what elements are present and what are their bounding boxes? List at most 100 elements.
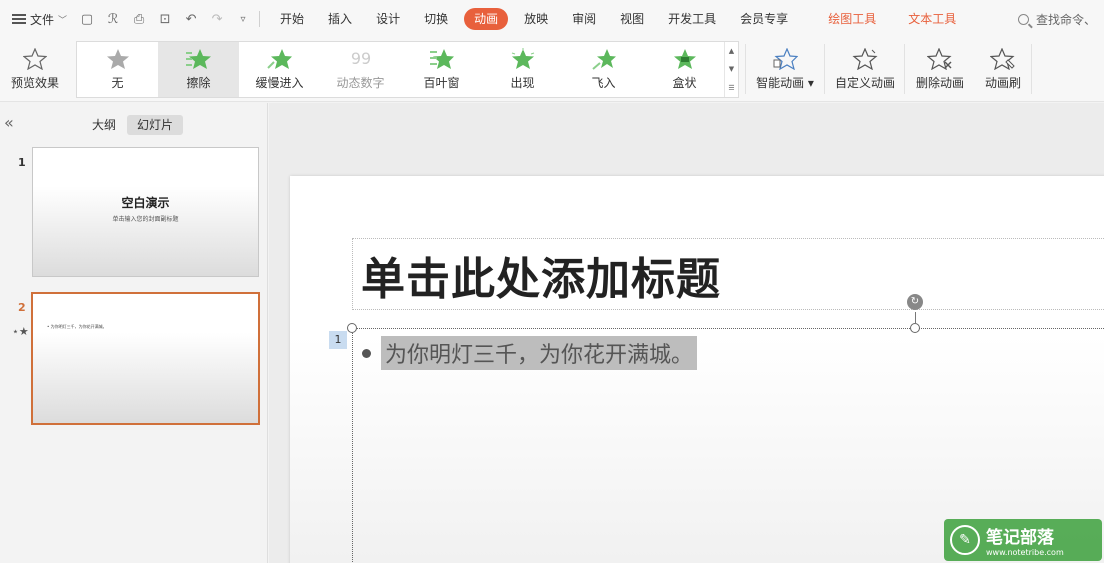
collapse-panel-icon[interactable]: «: [4, 113, 14, 132]
delete-animation-button[interactable]: 删除动画: [910, 38, 970, 100]
effect-label: 盒状: [672, 76, 697, 90]
bullet-item[interactable]: 为你明灯三千，为你花开满城。: [362, 336, 698, 370]
custom-animation-icon: [852, 47, 878, 70]
gallery-scroll[interactable]: ▲ ▼ ☰: [724, 42, 738, 97]
tab-text-tools[interactable]: 文本工具: [896, 8, 968, 30]
appear-star-icon: [511, 48, 534, 69]
watermark: ✎ 笔记部落 www.notetribe.com: [944, 519, 1102, 561]
bullet-text: 为你明灯三千，为你花开满城。: [381, 336, 698, 370]
animation-brush-button[interactable]: 动画刷: [978, 38, 1028, 100]
scroll-up-icon[interactable]: ▲: [729, 47, 734, 55]
tab-slides[interactable]: 幻灯片: [127, 115, 184, 135]
pen-logo-icon: ✎: [950, 525, 980, 555]
effect-ease-in[interactable]: 缓慢进入: [239, 42, 320, 97]
file-menu[interactable]: 文件 ﹀: [0, 0, 67, 38]
tab-review[interactable]: 审阅: [560, 8, 608, 30]
tab-insert[interactable]: 插入: [316, 8, 364, 30]
tab-view[interactable]: 视图: [608, 8, 656, 30]
slide-canvas: 单击此处添加标题 ↻ 为你明灯三千，为你花开满城。 1: [269, 103, 1104, 563]
bullet-icon: [362, 348, 371, 358]
divider: [1031, 44, 1032, 94]
customize-icon[interactable]: ▿: [235, 14, 251, 25]
effect-label: 擦除: [186, 76, 211, 90]
slide-panel: « 大纲 幻灯片 1 空白演示 单击输入您的封面副标题 2 ⋆★ • 为你明灯三…: [0, 103, 268, 563]
preview-effect-label: 预览效果: [10, 75, 59, 90]
print-icon[interactable]: ⎙: [131, 12, 147, 27]
smart-animation-button[interactable]: 智能动画 ▾: [752, 38, 818, 100]
watermark-name: 笔记部落: [986, 528, 1054, 548]
animation-effects-gallery: 无 擦除 缓慢进入 99 动态数字 百叶窗 出现 飞入 盒状 ▲ ▼ ☰: [76, 41, 739, 98]
slide-title: 单击此处添加标题: [361, 254, 721, 305]
file-menu-label: 文件: [30, 12, 55, 27]
divider: [904, 44, 905, 94]
effect-label: 无: [111, 76, 124, 90]
smart-animation-label: 智能动画 ▾: [756, 75, 814, 90]
animation-ribbon: 预览效果 无 擦除 缓慢进入 99 动态数字 百叶窗 出现 飞入 盒状 ▲ ▼ …: [0, 38, 1104, 102]
custom-animation-label: 自定义动画: [834, 75, 895, 90]
slide-thumbnail-1[interactable]: 空白演示 单击输入您的封面副标题: [32, 147, 259, 277]
effect-label: 百叶窗: [423, 76, 460, 90]
svg-text:99: 99: [350, 49, 370, 68]
rotate-handle-icon[interactable]: ↻: [907, 294, 923, 310]
divider: [259, 11, 261, 27]
save-icon[interactable]: ▢: [79, 12, 95, 27]
slide-number: 2: [18, 301, 26, 314]
tab-animation[interactable]: 动画: [464, 8, 509, 30]
effect-box[interactable]: 盒状: [644, 42, 725, 97]
animation-order-badge[interactable]: 1: [329, 331, 347, 349]
dynamic-number-icon: 99: [350, 49, 370, 68]
search-placeholder: 查找命令、: [1036, 13, 1097, 27]
format-painter-icon[interactable]: ℛ: [105, 12, 121, 27]
watermark-url: www.notetribe.com: [986, 548, 1064, 557]
scroll-down-icon[interactable]: ▼: [729, 65, 734, 73]
effect-label: 出现: [510, 76, 535, 90]
menu-bar: 文件 ﹀ ▢ ℛ ⎙ ⊡ ↶ ↷ ▿ 开始 插入 设计 切换 动画 放映 审阅 …: [0, 0, 1104, 38]
animation-brush-label: 动画刷: [984, 75, 1021, 90]
smart-animation-icon: [773, 47, 798, 70]
slide-number: 1: [18, 156, 26, 169]
thumb-subtitle: 单击输入您的封面副标题: [112, 216, 179, 223]
tab-outline[interactable]: 大纲: [82, 115, 126, 135]
effect-dynamic-number[interactable]: 99 动态数字: [320, 42, 401, 97]
title-placeholder[interactable]: 单击此处添加标题: [352, 238, 1104, 310]
star-outline-icon: [23, 47, 47, 70]
tab-transition[interactable]: 切换: [412, 8, 460, 30]
custom-animation-button[interactable]: 自定义动画: [832, 38, 898, 100]
effect-label: 缓慢进入: [255, 76, 304, 90]
fly-in-star-icon: [591, 49, 616, 70]
tab-member[interactable]: 会员专享: [728, 8, 800, 30]
rotate-stem: [915, 312, 916, 324]
slide-thumbnail-2[interactable]: • 为你明灯三千，为你花开满城。: [31, 292, 260, 425]
resize-handle[interactable]: [910, 323, 920, 333]
search-icon: [1018, 14, 1029, 25]
quick-access-toolbar: ▢ ℛ ⎙ ⊡ ↶ ↷ ▿: [79, 12, 251, 27]
expand-gallery-icon[interactable]: ☰: [728, 84, 734, 92]
effect-blinds[interactable]: 百叶窗: [401, 42, 482, 97]
tab-drawing-tools[interactable]: 绘图工具: [816, 8, 888, 30]
divider: [824, 44, 825, 94]
slide: 单击此处添加标题 ↻ 为你明灯三千，为你花开满城。: [290, 176, 1104, 563]
tab-design[interactable]: 设计: [364, 8, 412, 30]
animation-brush-icon: [990, 47, 1015, 70]
print-preview-icon[interactable]: ⊡: [157, 12, 173, 27]
tab-home[interactable]: 开始: [268, 8, 316, 30]
redo-icon[interactable]: ↷: [209, 12, 225, 27]
box-star-icon: [673, 49, 696, 69]
resize-handle[interactable]: [347, 323, 357, 333]
wipe-star-icon: [185, 49, 211, 69]
effect-label: 飞入: [591, 76, 616, 90]
effect-wipe[interactable]: 擦除: [158, 42, 239, 97]
chevron-down-icon: ﹀: [58, 15, 68, 26]
effect-appear[interactable]: 出现: [482, 42, 563, 97]
tab-developer[interactable]: 开发工具: [656, 8, 728, 30]
command-search[interactable]: 查找命令、: [1018, 11, 1096, 28]
divider: [745, 44, 746, 94]
preview-effect-button[interactable]: 预览效果: [6, 38, 64, 100]
animation-marker-icon: ⋆★: [12, 325, 29, 338]
undo-icon[interactable]: ↶: [183, 12, 199, 27]
tab-slideshow[interactable]: 放映: [512, 8, 560, 30]
star-gray-icon: [106, 49, 129, 69]
effect-none[interactable]: 无: [77, 42, 158, 97]
thumb-title: 空白演示: [121, 196, 170, 210]
effect-fly-in[interactable]: 飞入: [563, 42, 644, 97]
